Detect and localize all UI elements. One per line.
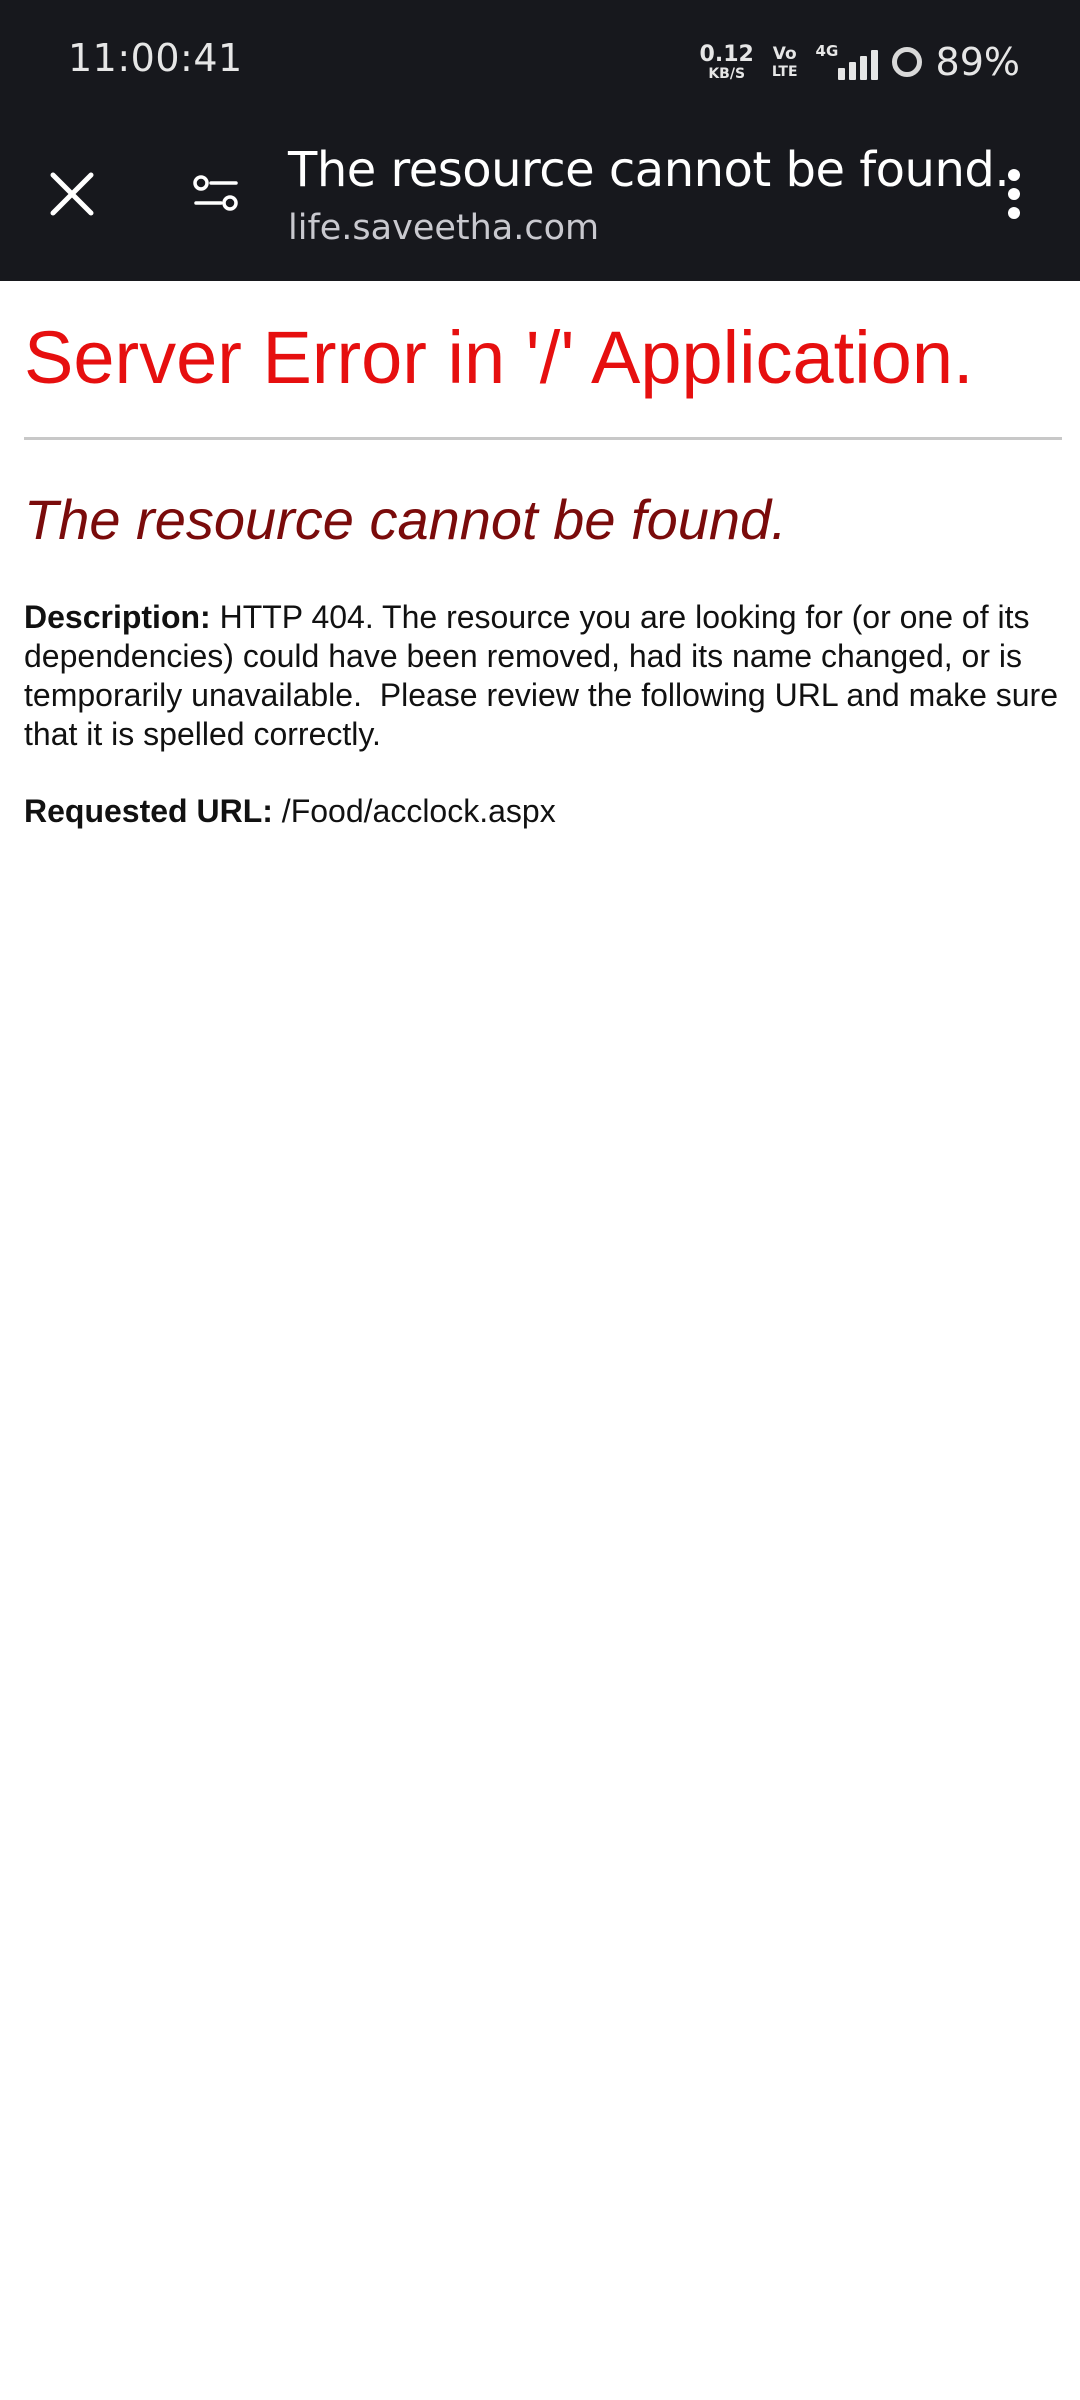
signal-bar [870,50,878,80]
divider [24,437,1062,440]
signal-bar [859,56,867,80]
network-type-label: 4G [815,42,839,60]
description-label: Description: [24,599,211,635]
battery-icon [891,47,922,77]
volte-bottom-label: LTE [771,63,798,80]
cellular-signal-icon: 4G [812,42,878,82]
page-title: The resource cannot be found. [288,142,1010,198]
browser-toolbar: The resource cannot be found. life.savee… [0,120,1080,281]
close-button[interactable] [36,158,108,230]
requested-url: Requested URL: /Food/acclock.aspx [24,792,1062,831]
volte-icon: Vo LTE [771,43,798,80]
status-bar: 11:00:41 0.12 KB/S Vo LTE 4G 89% [0,0,1080,120]
page-settings-icon [193,175,238,211]
requested-url-label: Requested URL: [24,793,273,829]
page-url[interactable]: life.saveetha.com [288,208,599,248]
network-speed-indicator: 0.12 KB/S [699,41,754,82]
signal-bar [848,62,856,80]
server-error-title: Server Error in '/' Application. [24,316,974,399]
status-icons: 0.12 KB/S Vo LTE 4G 89% [700,40,1020,84]
page-settings-button[interactable] [180,158,252,230]
error-description: Description: HTTP 404. The resource you … [24,598,1062,754]
battery-percent: 89% [935,40,1020,84]
network-speed-value: 0.12 [699,41,754,67]
resource-not-found-heading: The resource cannot be found. [24,488,787,551]
requested-url-value: /Food/acclock.aspx [272,793,556,829]
more-vert-icon [1008,169,1020,219]
more-options-button[interactable] [978,158,1050,230]
network-speed-unit: KB/S [708,65,746,82]
status-time: 11:00:41 [68,36,243,80]
signal-bars [837,50,878,80]
page-content: Server Error in '/' Application. The res… [24,281,1062,831]
signal-bar [837,68,845,80]
close-icon [50,172,94,216]
volte-top-label: Vo [772,43,797,64]
